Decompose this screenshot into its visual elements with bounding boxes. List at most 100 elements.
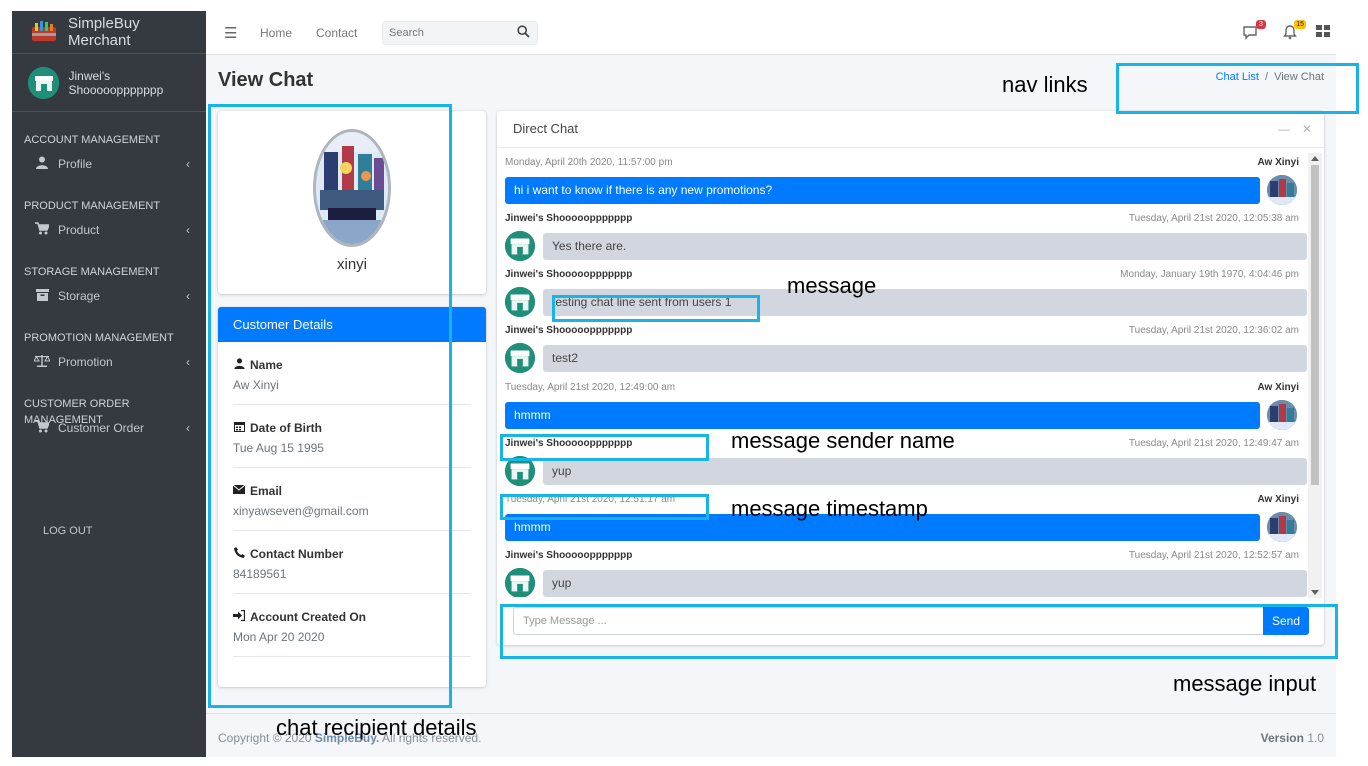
- customer-avatar: [1267, 175, 1297, 205]
- balance-scale-icon: [33, 354, 51, 370]
- message-timestamp: Tuesday, April 21st 2020, 12:52:57 am: [1128, 550, 1299, 561]
- sidebar-item-label: Customer Order: [58, 421, 145, 435]
- sidebar-item-label: Product: [58, 223, 100, 237]
- search-input[interactable]: [383, 22, 511, 44]
- chat-header: Direct Chat — ✕: [497, 111, 1324, 148]
- message-text: yup: [543, 570, 1307, 597]
- minimize-icon[interactable]: —: [1278, 122, 1290, 136]
- grid-apps-icon[interactable]: [1316, 24, 1334, 42]
- message-text: yup: [543, 458, 1307, 485]
- archive-icon: [34, 288, 50, 304]
- chat-message: Jinwei's Shoooooppppppp Tuesday, April 21…: [497, 319, 1307, 375]
- cart-icon: [34, 222, 51, 238]
- chat-messages[interactable]: Monday, April 20th 2020, 11:57:00 pm Aw X…: [497, 151, 1324, 597]
- message-timestamp: Tuesday, April 21st 2020, 12:05:38 am: [1128, 213, 1299, 224]
- annotation-box-recipient-details: [208, 104, 452, 708]
- message-timestamp: Tuesday, April 21st 2020, 12:49:00 am: [505, 382, 676, 393]
- brand[interactable]: SimpleBuy Merchant: [12, 11, 206, 54]
- shop-avatar-icon: [28, 66, 60, 99]
- annotation-label-timestamp: message timestamp: [731, 496, 928, 521]
- user-icon: [34, 156, 50, 172]
- message-sender-name: Aw Xinyi: [1257, 494, 1300, 505]
- sidebar-item-label: Promotion: [58, 355, 113, 369]
- customer-avatar: [1267, 512, 1297, 542]
- nav-link-contact[interactable]: Contact: [316, 26, 357, 40]
- chat-message: Jinwei's Shoooooppppppp Tuesday, April 21…: [497, 544, 1307, 597]
- sidebar-item-product[interactable]: Product ‹: [12, 216, 206, 244]
- brand-name: SimpleBuy Merchant: [68, 15, 140, 49]
- chat-message: Jinwei's Shoooooppppppp Tuesday, April 21…: [497, 207, 1307, 263]
- shop-avatar-icon: [505, 231, 535, 261]
- scroll-down-arrow-icon[interactable]: [1311, 590, 1319, 595]
- sidebar-item-label: Storage: [58, 289, 101, 303]
- chat-scrollbar[interactable]: [1308, 153, 1322, 598]
- sidebar: SimpleBuy Merchant Jinwei's Shoooooppppp…: [12, 11, 206, 757]
- user-panel[interactable]: Jinwei's Shoooooppppppp: [12, 54, 206, 112]
- message-sender-name: Aw Xinyi: [1257, 157, 1300, 168]
- scroll-up-arrow-icon[interactable]: [1311, 156, 1319, 161]
- messages-icon[interactable]: 3: [1242, 20, 1266, 42]
- chat-title: Direct Chat: [513, 121, 579, 136]
- annotation-box-nav-links: [1116, 63, 1359, 114]
- annotation-label-message: message: [787, 273, 877, 298]
- annotation-box-message: [552, 295, 760, 322]
- search-box: [382, 21, 538, 45]
- shop-avatar-icon: [505, 343, 535, 373]
- shop-avatar-icon: [505, 568, 535, 597]
- message-sender-name: Jinwei's Shoooooppppppp: [505, 325, 633, 336]
- annotation-label-message-input: message input: [1173, 671, 1317, 696]
- annotation-box-sender-name: [500, 434, 709, 461]
- chevron-left-icon: ‹: [186, 223, 190, 237]
- message-text: hmmm: [505, 402, 1260, 429]
- annotation-label-nav-links: nav links: [1002, 72, 1088, 97]
- chevron-left-icon: ‹: [186, 355, 190, 369]
- message-timestamp: Monday, January 19th 1970, 4:04:46 pm: [1120, 269, 1299, 280]
- message-sender-name: Jinwei's Shoooooppppppp: [505, 213, 633, 224]
- user-name: Jinwei's Shoooooppppppp: [68, 68, 164, 97]
- annotation-box-timestamp: [500, 494, 709, 520]
- message-text: test2: [543, 345, 1307, 372]
- annotation-box-message-input: [500, 604, 1338, 659]
- nav-header-promotion: PROMOTION MANAGEMENT: [24, 332, 174, 344]
- direct-chat-card: Direct Chat — ✕ Monday, April 20th 2020, …: [497, 111, 1324, 645]
- nav-link-home[interactable]: Home: [260, 26, 292, 40]
- chevron-left-icon: ‹: [186, 421, 190, 435]
- messages-badge: 3: [1256, 20, 1266, 29]
- sidebar-item-label: Profile: [58, 157, 93, 171]
- annotation-label-recipient-details: chat recipient details: [276, 715, 477, 740]
- message-sender-name: Aw Xinyi: [1257, 382, 1300, 393]
- shop-avatar-icon: [505, 287, 535, 317]
- cart-icon: [34, 420, 51, 436]
- sidebar-item-storage[interactable]: Storage ‹: [12, 282, 206, 310]
- top-navbar: ☰ Home Contact 3 15: [206, 11, 1336, 55]
- brand-logo-icon: [30, 21, 58, 43]
- annotation-label-sender-name: message sender name: [731, 428, 955, 453]
- chat-message: Monday, April 20th 2020, 11:57:00 pm Aw X…: [497, 151, 1307, 207]
- nav-header-product: PRODUCT MANAGEMENT: [24, 200, 161, 212]
- customer-avatar: [1267, 400, 1297, 430]
- chevron-left-icon: ‹: [186, 157, 190, 171]
- message-text: hi i want to know if there is any new pr…: [505, 177, 1260, 204]
- nav-header-account: ACCOUNT MANAGEMENT: [24, 134, 161, 146]
- message-timestamp: Tuesday, April 21st 2020, 12:49:47 am: [1128, 438, 1299, 449]
- logout-link[interactable]: LOG OUT: [43, 525, 93, 537]
- sidebar-item-profile[interactable]: Profile ‹: [12, 150, 206, 178]
- hamburger-menu-icon[interactable]: ☰: [224, 24, 237, 42]
- scrollbar-thumb[interactable]: [1311, 165, 1319, 485]
- nav-header-storage: STORAGE MANAGEMENT: [24, 266, 160, 278]
- version-info: Version 1.0: [1260, 731, 1324, 745]
- message-timestamp: Tuesday, April 21st 2020, 12:36:02 am: [1128, 325, 1299, 336]
- page-title: View Chat: [218, 69, 314, 91]
- message-sender-name: Jinwei's Shoooooppppppp: [505, 269, 633, 280]
- message-timestamp: Monday, April 20th 2020, 11:57:00 pm: [505, 157, 673, 168]
- message-text: Yes there are.: [543, 233, 1307, 260]
- close-icon[interactable]: ✕: [1302, 122, 1312, 136]
- message-sender-name: Jinwei's Shoooooppppppp: [505, 550, 633, 561]
- notifications-badge: 15: [1294, 20, 1306, 29]
- chat-message: Tuesday, April 21st 2020, 12:49:00 am Aw …: [497, 376, 1307, 432]
- chevron-left-icon: ‹: [186, 289, 190, 303]
- search-icon[interactable]: [517, 25, 531, 39]
- nav-header-customer-order: CUSTOMER ORDER MANAGEMENT: [24, 398, 130, 426]
- sidebar-item-promotion[interactable]: Promotion ‹: [12, 348, 206, 376]
- bell-icon[interactable]: 15: [1282, 20, 1306, 42]
